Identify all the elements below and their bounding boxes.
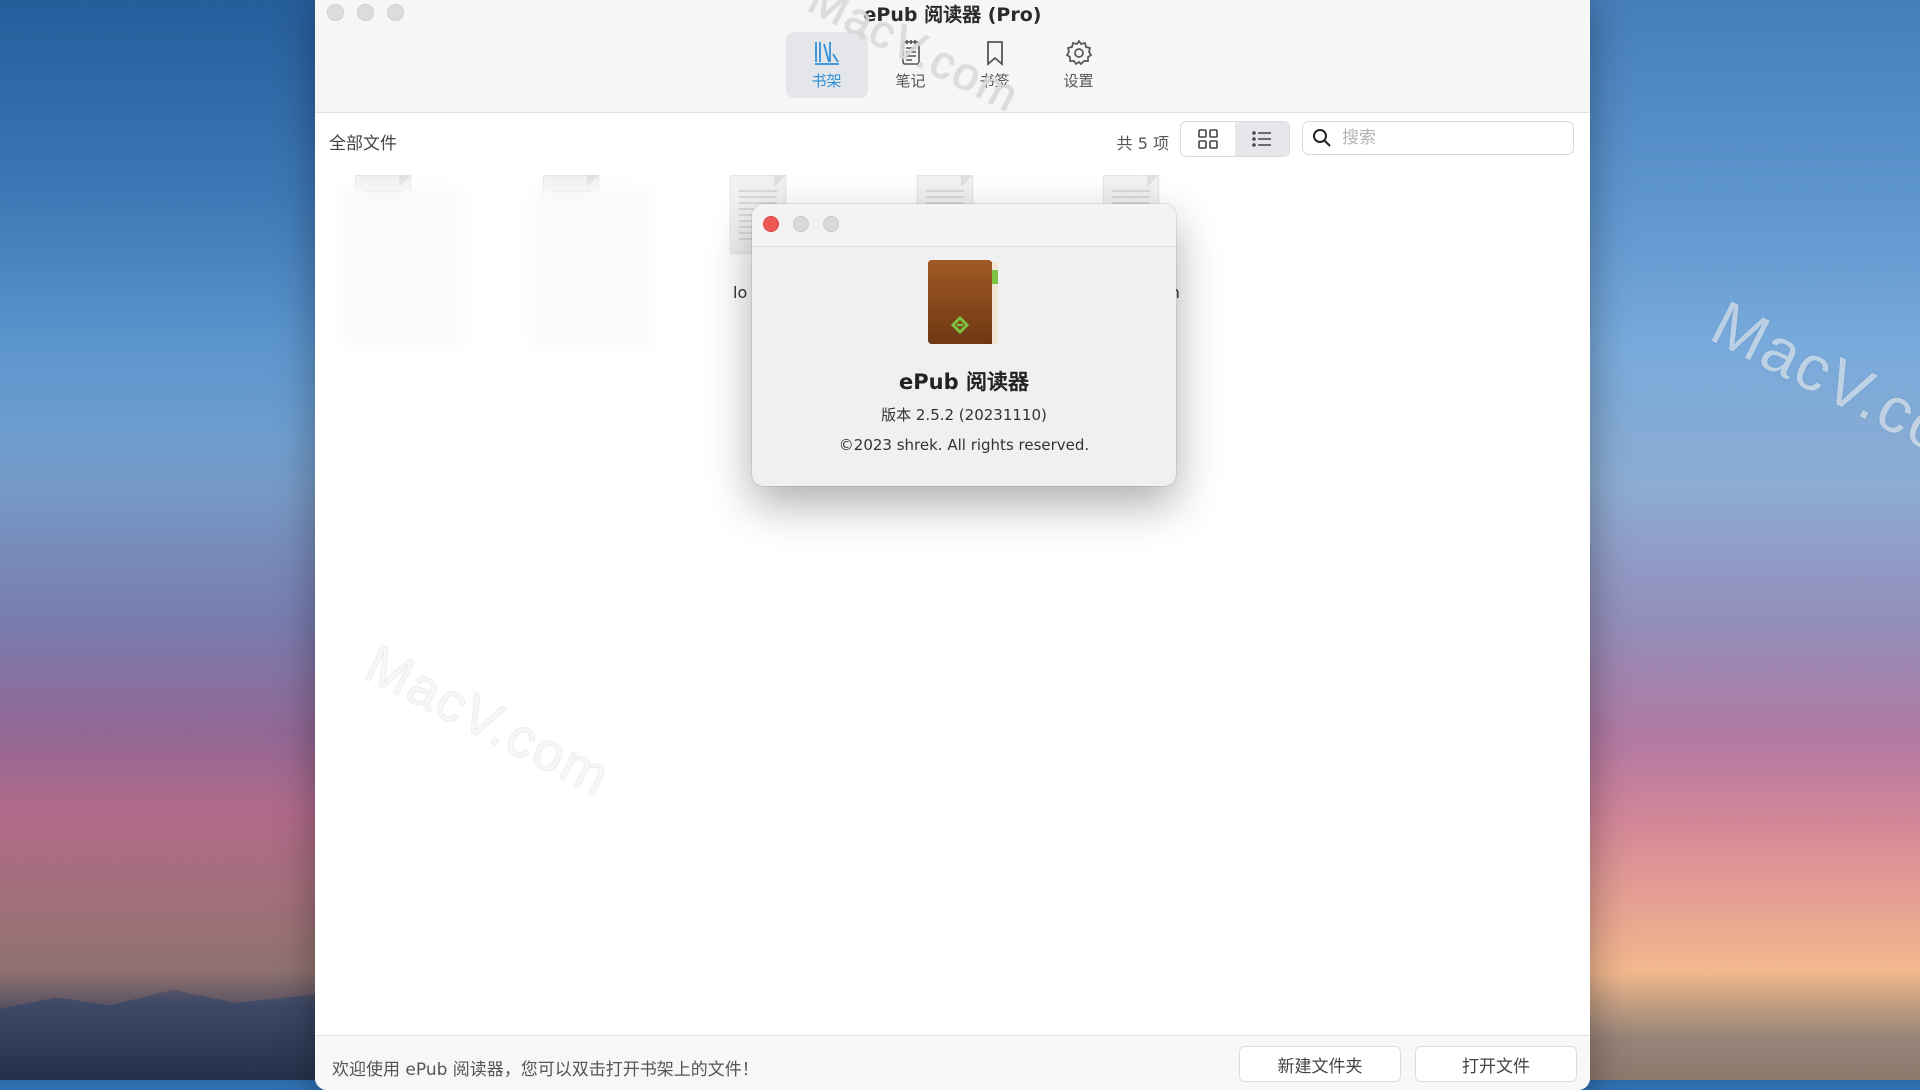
- window-title: ePub 阅读器 (Pro): [863, 4, 1042, 26]
- breadcrumb[interactable]: 全部文件: [329, 129, 397, 154]
- app-book-icon: [928, 260, 998, 344]
- about-minimize-button[interactable]: [793, 216, 809, 232]
- list-view-button[interactable]: [1235, 122, 1289, 156]
- list-icon: [1252, 131, 1271, 147]
- main-window: ePub 阅读器 (Pro) 书架 笔记 书签 设置 全部文件 共 5 项 搜索…: [315, 0, 1590, 1090]
- bookshelf-icon: [814, 42, 839, 65]
- tab-bookshelf-label: 书架: [811, 72, 842, 90]
- welcome-message: 欢迎使用 ePub 阅读器，您可以双击打开书架上的文件！: [332, 1060, 759, 1080]
- about-dialog: ePub 阅读器 版本 2.5.2 (20231110) ©2023 shrek…: [752, 204, 1176, 486]
- status-footer: 欢迎使用 ePub 阅读器，您可以双击打开书架上的文件！ 新建文件夹 打开文件: [315, 1035, 1590, 1090]
- new-folder-button[interactable]: 新建文件夹: [1239, 1046, 1401, 1082]
- about-zoom-button[interactable]: [823, 216, 839, 232]
- file-item[interactable]: [531, 175, 651, 347]
- open-file-button[interactable]: 打开文件: [1415, 1046, 1577, 1082]
- watermark-window: MacV.com: [355, 633, 621, 809]
- about-titlebar: [752, 204, 1176, 247]
- file-name: lo: [733, 283, 748, 302]
- search-icon: [1313, 129, 1331, 147]
- grid-icon: [1198, 129, 1218, 149]
- search-input[interactable]: [1340, 127, 1564, 149]
- view-mode-toggle: [1180, 121, 1290, 157]
- grid-view-button[interactable]: [1181, 122, 1235, 156]
- content-header: 全部文件 共 5 项: [315, 113, 1590, 167]
- about-app-name: ePub 阅读器: [899, 370, 1029, 394]
- blurred-region: [531, 187, 651, 347]
- tab-settings-label: 设置: [1063, 72, 1094, 90]
- file-item[interactable]: [343, 175, 463, 347]
- item-count: 共 5 项: [1116, 134, 1169, 153]
- search-field[interactable]: [1302, 121, 1574, 155]
- about-close-button[interactable]: [763, 216, 779, 232]
- tab-settings[interactable]: 设置: [1038, 32, 1120, 98]
- about-copyright: ©2023 shrek. All rights reserved.: [838, 436, 1090, 454]
- gear-icon: [1065, 39, 1092, 66]
- about-version: 版本 2.5.2 (20231110): [881, 406, 1047, 424]
- desktop-wallpaper-right: [1590, 0, 1920, 1080]
- desktop-wallpaper-left: [0, 0, 315, 1080]
- blurred-region: [343, 187, 463, 347]
